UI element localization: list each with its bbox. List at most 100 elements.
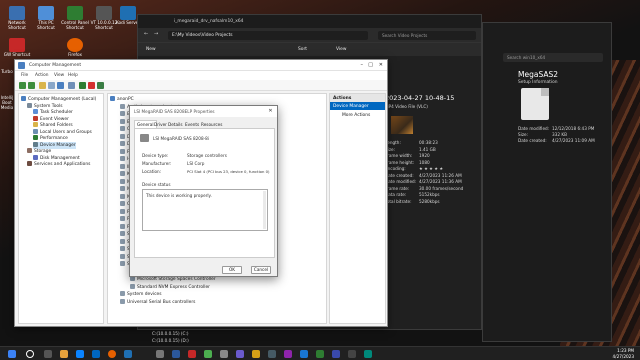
- file-meta-label: Size:: [518, 132, 529, 137]
- close-icon[interactable]: ✕: [379, 62, 383, 68]
- desktop-icon-firefox[interactable]: Firefox: [61, 38, 89, 58]
- drive-item[interactable]: C:(10.0.0.15) (C:): [152, 331, 189, 336]
- drive-item[interactable]: C:(10.0.0.15) (D:): [152, 338, 189, 343]
- app-icon[interactable]: [204, 350, 212, 358]
- app-icon[interactable]: [220, 350, 228, 358]
- app-icon[interactable]: [284, 350, 292, 358]
- menu-bar: File Action View Help: [15, 71, 387, 80]
- device-list-item[interactable]: Microsoft Storage Spaces Controller: [130, 276, 216, 283]
- detail-label: Encoding:: [385, 166, 406, 171]
- device-root[interactable]: anonPC: [110, 96, 134, 103]
- detail-value: 5152kbps: [419, 192, 440, 197]
- tree-item-label: Local Users and Groups: [40, 129, 92, 135]
- actions-device-manager[interactable]: Device Manager: [330, 102, 385, 110]
- premiere-icon[interactable]: [332, 350, 340, 358]
- more-actions-link[interactable]: More Actions: [342, 113, 370, 118]
- tab-events[interactable]: Events: [185, 122, 199, 127]
- search-input[interactable]: Search Video Projects: [378, 31, 476, 40]
- kodi-icon[interactable]: [124, 350, 132, 358]
- tab-details[interactable]: Details: [168, 122, 183, 127]
- window-title: Computer Management: [29, 63, 82, 68]
- maximize-icon[interactable]: □: [368, 62, 373, 68]
- uninstall-icon[interactable]: [88, 82, 95, 89]
- menu-action[interactable]: Action: [35, 73, 48, 78]
- device-list-item[interactable]: Universal Serial Bus controllers: [120, 298, 195, 306]
- device-list-item[interactable]: System devices: [120, 291, 161, 298]
- forward-icon[interactable]: [28, 82, 35, 89]
- cancel-button[interactable]: Cancel: [251, 266, 271, 274]
- back-arrow-icon[interactable]: ←: [144, 31, 148, 37]
- start-icon[interactable]: [8, 350, 16, 358]
- device-status-label: Device status: [142, 182, 171, 187]
- desktop-icon-label: Network Shortcut: [8, 20, 26, 30]
- app-icon[interactable]: [172, 350, 180, 358]
- device-status-box[interactable]: This device is working properly.: [142, 189, 268, 231]
- app-icon[interactable]: [316, 350, 324, 358]
- up-folder-icon[interactable]: [39, 82, 46, 89]
- tree-node-icon: [33, 128, 38, 134]
- device-properties-dialog[interactable]: LSI MegaRAID SAS 8208ELP Properties ✕ Ge…: [129, 105, 278, 277]
- device-category-icon: [120, 111, 125, 116]
- tree-node-icon: [33, 115, 38, 121]
- app-icon[interactable]: [236, 350, 244, 358]
- ok-button[interactable]: OK: [222, 266, 242, 274]
- detail-value: 5280kbps: [419, 198, 440, 204]
- detail-value: 1080: [419, 159, 430, 165]
- file-subtitle: Setup Information: [518, 80, 558, 85]
- desktop-icon-this-pc[interactable]: This PC Shortcut: [32, 6, 60, 31]
- menu-help[interactable]: Help: [68, 73, 78, 78]
- desktop-icon-gw[interactable]: GW Shortcut: [3, 38, 31, 58]
- menu-view[interactable]: View: [54, 73, 64, 78]
- help-icon[interactable]: [57, 82, 64, 89]
- app-icon[interactable]: [348, 350, 356, 358]
- task-view-icon[interactable]: [44, 350, 52, 358]
- tab-resources[interactable]: Resources: [201, 122, 222, 127]
- properties-icon[interactable]: [48, 82, 55, 89]
- desktop-icon-control-panel[interactable]: Control Panel Shortcut: [61, 6, 89, 31]
- minimize-icon[interactable]: –: [361, 62, 364, 68]
- device-category-icon: [120, 253, 125, 259]
- status-scrollbar[interactable]: [263, 191, 266, 229]
- tab-megaraid[interactable]: i_megaraid_drv_nafsalm10_x64: [168, 17, 249, 28]
- update-driver-icon[interactable]: [79, 82, 86, 89]
- firefox-icon[interactable]: [108, 350, 116, 358]
- address-field[interactable]: E:\My Videos\Video Projects: [168, 31, 368, 40]
- search-icon[interactable]: [26, 350, 34, 358]
- tree-item-label: System Tools: [34, 103, 63, 109]
- tree-item[interactable]: Services and Applications: [27, 161, 90, 168]
- new-button[interactable]: New: [146, 47, 156, 52]
- sort-button[interactable]: Sort: [298, 47, 307, 52]
- tree-item-label: Task Scheduler: [40, 110, 73, 115]
- desktop-icon-turbo[interactable]: Turbo: [0, 69, 14, 75]
- app-icon[interactable]: [300, 350, 308, 358]
- tree-item-label: Shared Folders: [40, 123, 73, 128]
- device-list-item[interactable]: Standard NVM Express Controller: [130, 283, 210, 291]
- monitor-icon[interactable]: [68, 82, 75, 89]
- app-icon[interactable]: [188, 350, 196, 358]
- forward-arrow-icon[interactable]: →: [154, 31, 158, 37]
- close-icon[interactable]: ✕: [267, 108, 274, 115]
- store-icon[interactable]: [92, 350, 100, 358]
- settings-icon[interactable]: [156, 350, 164, 358]
- desktop-icon-intellij[interactable]: IntelliJ Boot Media: [0, 95, 14, 110]
- explorer-command-bar: New Sort View: [138, 42, 481, 56]
- search-input-2[interactable]: Search win10_x64: [503, 53, 603, 62]
- app-icon[interactable]: [252, 350, 260, 358]
- edge-icon[interactable]: [76, 350, 84, 358]
- system-clock[interactable]: 1:23 PM 4/27/2023: [613, 348, 634, 359]
- network-icon: [9, 6, 25, 20]
- app-icon[interactable]: [268, 350, 276, 358]
- desktop-icon-network[interactable]: Network Shortcut: [3, 6, 31, 31]
- computer-management-icon: [18, 62, 25, 69]
- taskbar: C:(10.0.0.15) (C:) C:(10.0.0.15) (D:) 1:…: [0, 331, 640, 360]
- device-category-icon: [120, 171, 125, 176]
- menu-file[interactable]: File: [21, 73, 28, 78]
- detail-value: 4/27/2023 11:26 AM: [419, 172, 462, 178]
- view-button[interactable]: View: [336, 47, 346, 52]
- device-category-icon: [120, 208, 125, 214]
- file-explorer-icon[interactable]: [60, 350, 68, 358]
- app-icon[interactable]: [364, 350, 372, 358]
- scan-hardware-icon[interactable]: [97, 82, 104, 89]
- back-icon[interactable]: [19, 82, 26, 89]
- tab-driver[interactable]: Driver: [154, 122, 167, 127]
